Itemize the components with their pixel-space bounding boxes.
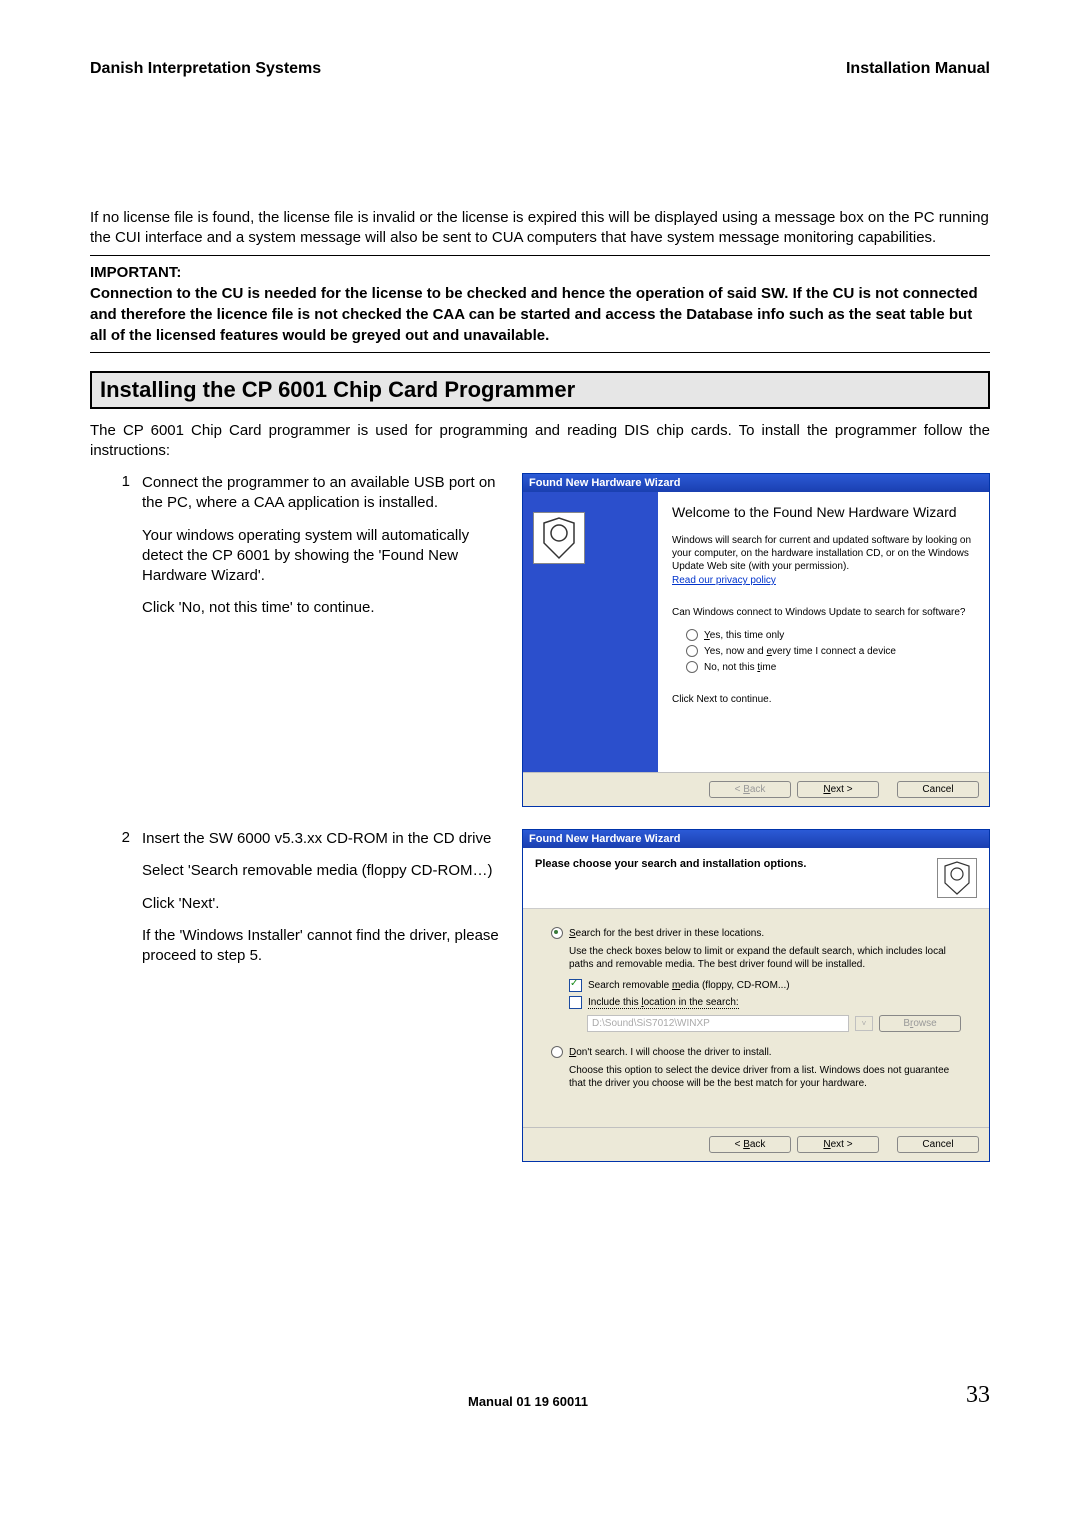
page-footer: Manual 01 19 60011 33 (90, 1382, 990, 1409)
checkbox-label: Search removable media (floppy, CD-ROM..… (588, 980, 790, 991)
step-text: Insert the SW 6000 v5.3.xx CD-ROM in the… (142, 829, 502, 978)
privacy-link[interactable]: Read our privacy policy (672, 575, 975, 586)
hardware-icon (533, 512, 585, 564)
browse-button: Browse (879, 1015, 961, 1032)
back-button: < Back (709, 781, 791, 798)
radio-label: Search for the best driver in these loca… (569, 928, 764, 939)
step1-p1: Connect the programmer to an available U… (142, 473, 502, 514)
radio-label: No, not this time (704, 662, 776, 673)
section-intro: The CP 6001 Chip Card programmer is used… (90, 421, 990, 462)
header-left: Danish Interpretation Systems (90, 60, 321, 78)
radio-label: Don't search. I will choose the driver t… (569, 1047, 772, 1058)
search-desc: Use the check boxes below to limit or ex… (569, 945, 961, 971)
cancel-button[interactable]: Cancel (897, 1136, 979, 1153)
step1-p3: Click 'No, not this time' to continue. (142, 598, 502, 618)
radio-icon (551, 927, 563, 939)
wizard2-header: Please choose your search and installati… (523, 848, 989, 909)
page-number: 33 (966, 1382, 990, 1409)
important-block: IMPORTANT: Connection to the CU is neede… (90, 262, 990, 346)
dont-search-desc: Choose this option to select the device … (569, 1064, 961, 1090)
radio-yes-always[interactable]: Yes, now and every time I connect a devi… (686, 645, 975, 657)
wizard2-body: Search for the best driver in these loca… (523, 909, 989, 1127)
next-button[interactable]: Next > (797, 781, 879, 798)
radio-dont-search[interactable]: Don't search. I will choose the driver t… (551, 1046, 961, 1058)
manual-label: Manual 01 19 60011 (468, 1394, 588, 1409)
radio-icon (686, 661, 698, 673)
wizard1-titlebar: Found New Hardware Wizard (523, 474, 989, 492)
radio-label: Yes, this time only (704, 630, 784, 641)
step1-p2: Your windows operating system will autom… (142, 526, 502, 587)
divider (90, 255, 990, 256)
divider (90, 352, 990, 353)
wizard1: Found New Hardware Wizard Welcome to the… (522, 473, 990, 807)
cancel-button[interactable]: Cancel (897, 781, 979, 798)
header-right: Installation Manual (846, 60, 990, 78)
checkbox-label: Include this location in the search: (588, 997, 739, 1009)
step2-p1: Insert the SW 6000 v5.3.xx CD-ROM in the… (142, 829, 502, 849)
radio-no[interactable]: No, not this time (686, 661, 975, 673)
wizard2-titlebar: Found New Hardware Wizard (523, 830, 989, 848)
section-title-box: Installing the CP 6001 Chip Card Program… (90, 371, 990, 409)
radio-icon (686, 645, 698, 657)
wizard1-body: Welcome to the Found New Hardware Wizard… (523, 492, 989, 772)
wizard1-buttons: < Back Next > Cancel (523, 772, 989, 806)
important-text: Connection to the CU is needed for the l… (90, 283, 990, 346)
step-text: Connect the programmer to an available U… (142, 473, 502, 631)
wizard1-radios: Yes, this time only Yes, now and every t… (686, 629, 975, 673)
next-button[interactable]: Next > (797, 1136, 879, 1153)
important-label: IMPORTANT: (90, 262, 990, 283)
wizard1-question: Can Windows connect to Windows Update to… (672, 606, 975, 619)
wizard1-continue: Click Next to continue. (672, 693, 975, 706)
step2-p3: Click 'Next'. (142, 894, 502, 914)
document-page: Danish Interpretation Systems Installati… (0, 0, 1080, 1449)
back-button[interactable]: < Back (709, 1136, 791, 1153)
path-input[interactable]: D:\Sound\SiS7012\WINXP (587, 1015, 849, 1032)
page-header: Danish Interpretation Systems Installati… (90, 60, 990, 78)
hardware-icon (937, 858, 977, 898)
wizard1-content: Welcome to the Found New Hardware Wizard… (658, 492, 989, 772)
path-row: D:\Sound\SiS7012\WINXP ˅ Browse (587, 1015, 961, 1032)
check-removable[interactable]: Search removable media (floppy, CD-ROM..… (569, 979, 961, 992)
dropdown-icon[interactable]: ˅ (855, 1016, 873, 1031)
radio-icon (551, 1046, 563, 1058)
radio-search-best[interactable]: Search for the best driver in these loca… (551, 927, 961, 939)
step-row: 2 Insert the SW 6000 v5.3.xx CD-ROM in t… (90, 829, 990, 1162)
step2-p2: Select 'Search removable media (floppy C… (142, 861, 502, 881)
wizard1-heading: Welcome to the Found New Hardware Wizard (672, 504, 975, 520)
step2-p4: If the 'Windows Installer' cannot find t… (142, 926, 502, 967)
radio-yes-once[interactable]: Yes, this time only (686, 629, 975, 641)
wizard2-buttons: < Back Next > Cancel (523, 1127, 989, 1161)
radio-label: Yes, now and every time I connect a devi… (704, 646, 896, 657)
wizard2: Found New Hardware Wizard Please choose … (522, 829, 990, 1162)
checkbox-icon (569, 979, 582, 992)
intro-paragraph: If no license file is found, the license… (90, 208, 990, 249)
step-number: 2 (90, 829, 142, 846)
section-title: Installing the CP 6001 Chip Card Program… (100, 377, 980, 403)
wizard1-desc: Windows will search for current and upda… (672, 534, 975, 573)
step-number: 1 (90, 473, 142, 490)
wizard1-sidebar (523, 492, 658, 772)
step-row: 1 Connect the programmer to an available… (90, 473, 990, 807)
wizard2-heading: Please choose your search and installati… (535, 858, 806, 870)
check-include-location[interactable]: Include this location in the search: (569, 996, 961, 1009)
checkbox-icon (569, 996, 582, 1009)
radio-icon (686, 629, 698, 641)
